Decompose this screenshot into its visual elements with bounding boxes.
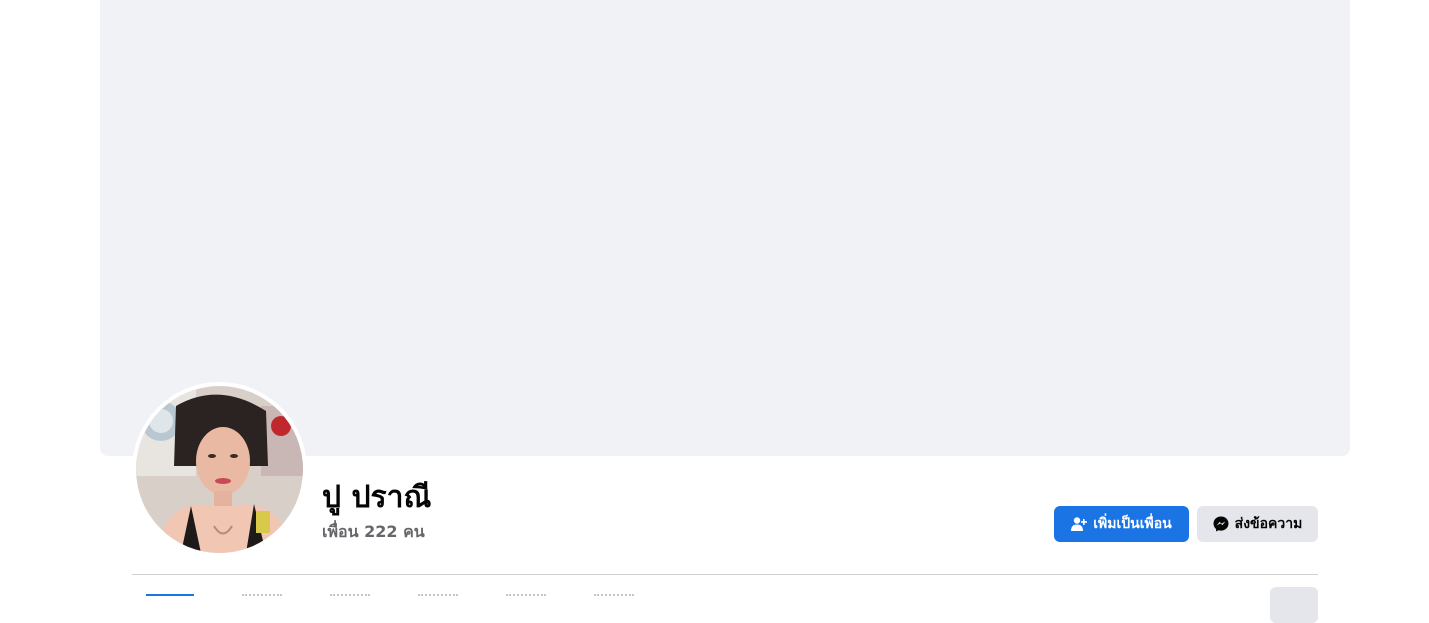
add-friend-label: เพิ่มเป็นเพื่อน [1093,516,1172,532]
profile-header-divider [132,574,1318,575]
profile-photo-image [136,386,303,553]
add-friend-button[interactable]: เพิ่มเป็นเพื่อน [1054,506,1189,542]
tab-friends[interactable] [330,594,370,600]
tab-photos[interactable] [418,594,458,600]
friends-count[interactable]: เพื่อน 222 คน [322,521,425,543]
tab-videos[interactable] [506,594,546,600]
tab-about[interactable] [242,594,282,600]
tab-checkins[interactable] [594,594,634,600]
more-options-button[interactable] [1270,587,1318,623]
add-friend-icon [1071,516,1088,532]
profile-name: ปู ปราณี [322,480,432,515]
message-label: ส่งข้อความ [1234,516,1303,532]
messenger-icon [1213,516,1229,532]
message-button[interactable]: ส่งข้อความ [1197,506,1318,542]
profile-picture-frame[interactable] [132,382,307,557]
profile-picture[interactable] [136,386,303,553]
tab-posts[interactable] [146,594,194,600]
cover-photo[interactable] [100,0,1350,456]
